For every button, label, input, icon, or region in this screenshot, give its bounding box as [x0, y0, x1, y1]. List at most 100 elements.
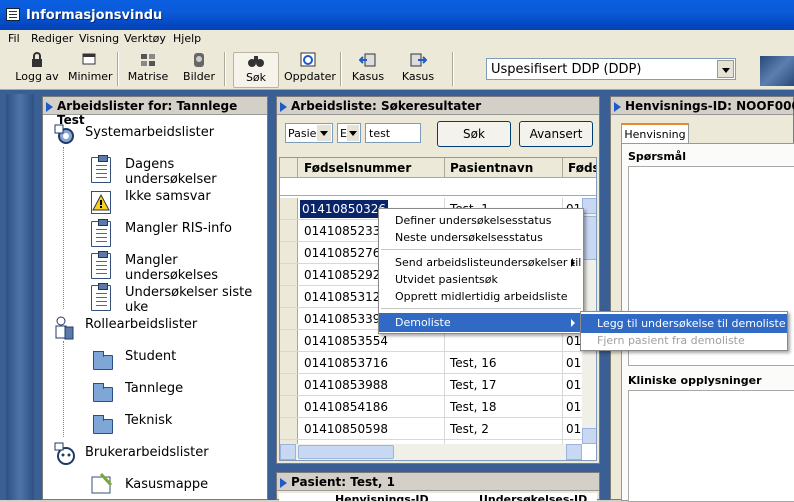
- row-selector[interactable]: [280, 374, 298, 395]
- question-label: Spørsmål: [628, 150, 686, 163]
- row-selector[interactable]: [280, 352, 298, 373]
- scroll-left-icon[interactable]: [280, 444, 296, 460]
- table-row[interactable]: 01410853716 Test, 16 01: [280, 352, 582, 374]
- cell-ssn[interactable]: 01410853392: [304, 312, 388, 326]
- cell-ssn[interactable]: 01410853554: [304, 334, 388, 348]
- grid-filter-row[interactable]: [280, 178, 596, 196]
- hscroll-thumb[interactable]: [298, 445, 394, 459]
- menu-remove-from-demolist[interactable]: Fjern pasient fra demoliste: [581, 331, 787, 350]
- row-selector[interactable]: [280, 220, 298, 241]
- cell-name[interactable]: Test, 17: [450, 378, 497, 392]
- column-birth[interactable]: Føds: [568, 161, 596, 175]
- row-selector[interactable]: [280, 308, 298, 329]
- cell-birth[interactable]: 01: [566, 334, 581, 348]
- cell-name[interactable]: Test, 16: [450, 356, 497, 370]
- cell-ssn[interactable]: 01410853988: [304, 378, 388, 392]
- cell-ssn[interactable]: 01410850326: [300, 200, 388, 218]
- lock-icon: [28, 52, 46, 68]
- horizontal-scrollbar[interactable]: [280, 444, 582, 460]
- cell-ssn[interactable]: 01410854186: [304, 400, 388, 414]
- cell-name[interactable]: Test, 2: [450, 422, 489, 436]
- folder-icon: [93, 415, 113, 434]
- roles-group-icon: [53, 315, 75, 341]
- menu-hjelp[interactable]: Hjelp: [173, 32, 201, 45]
- patient-panel-header: Pasient: Test, 1: [277, 473, 599, 491]
- scroll-down-icon[interactable]: [582, 428, 596, 444]
- tree-item-mismatch[interactable]: Ikke samsvar: [125, 189, 211, 204]
- chevron-down-icon: [320, 131, 328, 140]
- cell-birth[interactable]: 01: [566, 356, 581, 370]
- search-field-select[interactable]: Pasie: [285, 123, 333, 143]
- menu-bar: Fil Rediger Visning Verktøy Hjelp: [0, 30, 794, 48]
- tree-item-case-folder[interactable]: Kasusmappe: [125, 477, 208, 492]
- tree-group-roles[interactable]: Rollearbeidslister: [85, 317, 197, 332]
- row-selector[interactable]: [280, 396, 298, 417]
- tree-item-technical[interactable]: Teknisk: [125, 413, 172, 428]
- tree-item-missing-ris[interactable]: Mangler RIS-info: [125, 221, 232, 236]
- search-input[interactable]: test: [365, 123, 421, 143]
- case-button-1[interactable]: Kasus: [350, 52, 386, 86]
- column-ssn[interactable]: Fødselsnummer: [304, 161, 411, 175]
- row-selector[interactable]: [280, 242, 298, 263]
- row-selector[interactable]: [280, 418, 298, 439]
- menu-demolist[interactable]: Demoliste: [379, 313, 583, 332]
- scroll-up-icon[interactable]: [582, 198, 596, 214]
- menu-next-status[interactable]: Neste undersøkelsesstatus: [379, 228, 583, 247]
- referral-panel: Henvisnings-ID: NOOF00000 Henvisning Spø…: [610, 96, 794, 502]
- cell-ssn[interactable]: 01410850598: [304, 422, 388, 436]
- tab-referral[interactable]: Henvisning: [621, 123, 689, 143]
- folder-icon: [93, 383, 113, 402]
- menu-visning[interactable]: Visning: [79, 32, 119, 45]
- app-icon: [6, 8, 20, 21]
- cell-ssn[interactable]: 01410852337: [304, 224, 388, 238]
- cell-birth[interactable]: 01: [566, 422, 581, 436]
- menu-verktoy[interactable]: Verktøy: [124, 32, 166, 45]
- tree-item-last-week[interactable]: Undersøkelser siste uke: [125, 285, 267, 315]
- scroll-thumb[interactable]: [583, 216, 596, 260]
- row-selector[interactable]: [280, 198, 298, 219]
- case-button-2[interactable]: Kasus: [400, 52, 436, 86]
- search-button[interactable]: Søk: [437, 121, 511, 147]
- table-row[interactable]: 01410850598 Test, 2 01: [280, 418, 582, 440]
- cell-name[interactable]: Test, 18: [450, 400, 497, 414]
- scroll-right-icon[interactable]: [566, 444, 582, 460]
- clipboard-icon: [91, 219, 111, 247]
- cell-ssn[interactable]: 01410852760: [304, 246, 388, 260]
- refresh-button[interactable]: Oppdater: [284, 52, 336, 86]
- column-name[interactable]: Pasientnavn: [450, 161, 533, 175]
- cell-ssn[interactable]: 01410853716: [304, 356, 388, 370]
- cell-birth[interactable]: 01: [566, 400, 581, 414]
- ddp-select[interactable]: Uspesifisert DDP (DDP): [486, 58, 736, 80]
- tree-item-dentist[interactable]: Tannlege: [125, 381, 183, 396]
- cell-ssn[interactable]: 01410853120: [304, 290, 388, 304]
- worklist-tree: Systemarbeidslister Dagens undersøkelser…: [43, 115, 267, 501]
- advanced-button[interactable]: Avansert: [519, 121, 593, 147]
- matrix-button[interactable]: Matrise: [126, 52, 170, 86]
- table-row[interactable]: 01410854186 Test, 18 01: [280, 396, 582, 418]
- operator-select[interactable]: E: [337, 123, 361, 143]
- clinical-info-text[interactable]: [628, 390, 794, 502]
- menu-fil[interactable]: Fil: [8, 32, 20, 45]
- row-selector[interactable]: [280, 264, 298, 285]
- tree-group-user[interactable]: Brukerarbeidslister: [85, 445, 209, 460]
- images-button[interactable]: Bilder: [182, 52, 216, 86]
- tree-item-todays-exams[interactable]: Dagens undersøkelser: [125, 157, 267, 187]
- cell-birth[interactable]: 01: [566, 378, 581, 392]
- menu-rediger[interactable]: Rediger: [31, 32, 73, 45]
- logout-button[interactable]: Logg av: [14, 52, 60, 86]
- clipboard-icon: [91, 155, 111, 183]
- cell-ssn[interactable]: 01410852922: [304, 268, 388, 282]
- row-selector[interactable]: [280, 330, 298, 351]
- minimize-button[interactable]: Minimer: [68, 52, 113, 86]
- table-row[interactable]: 01410853988 Test, 17 01: [280, 374, 582, 396]
- row-selector[interactable]: [280, 286, 298, 307]
- menu-temp-worklist[interactable]: Opprett midlertidig arbeidsliste: [379, 287, 583, 306]
- referral-panel-header: Henvisnings-ID: NOOF00000: [611, 97, 794, 115]
- minimize-icon: [80, 52, 98, 68]
- tree-item-missing-exams[interactable]: Mangler undersøkelses: [125, 253, 267, 283]
- tree-group-system[interactable]: Systemarbeidslister: [85, 125, 214, 140]
- search-button-toolbar[interactable]: Søk: [233, 52, 279, 88]
- chevron-down-icon[interactable]: [717, 60, 734, 78]
- tree-item-student[interactable]: Student: [125, 349, 176, 364]
- brand-logo: [760, 56, 794, 86]
